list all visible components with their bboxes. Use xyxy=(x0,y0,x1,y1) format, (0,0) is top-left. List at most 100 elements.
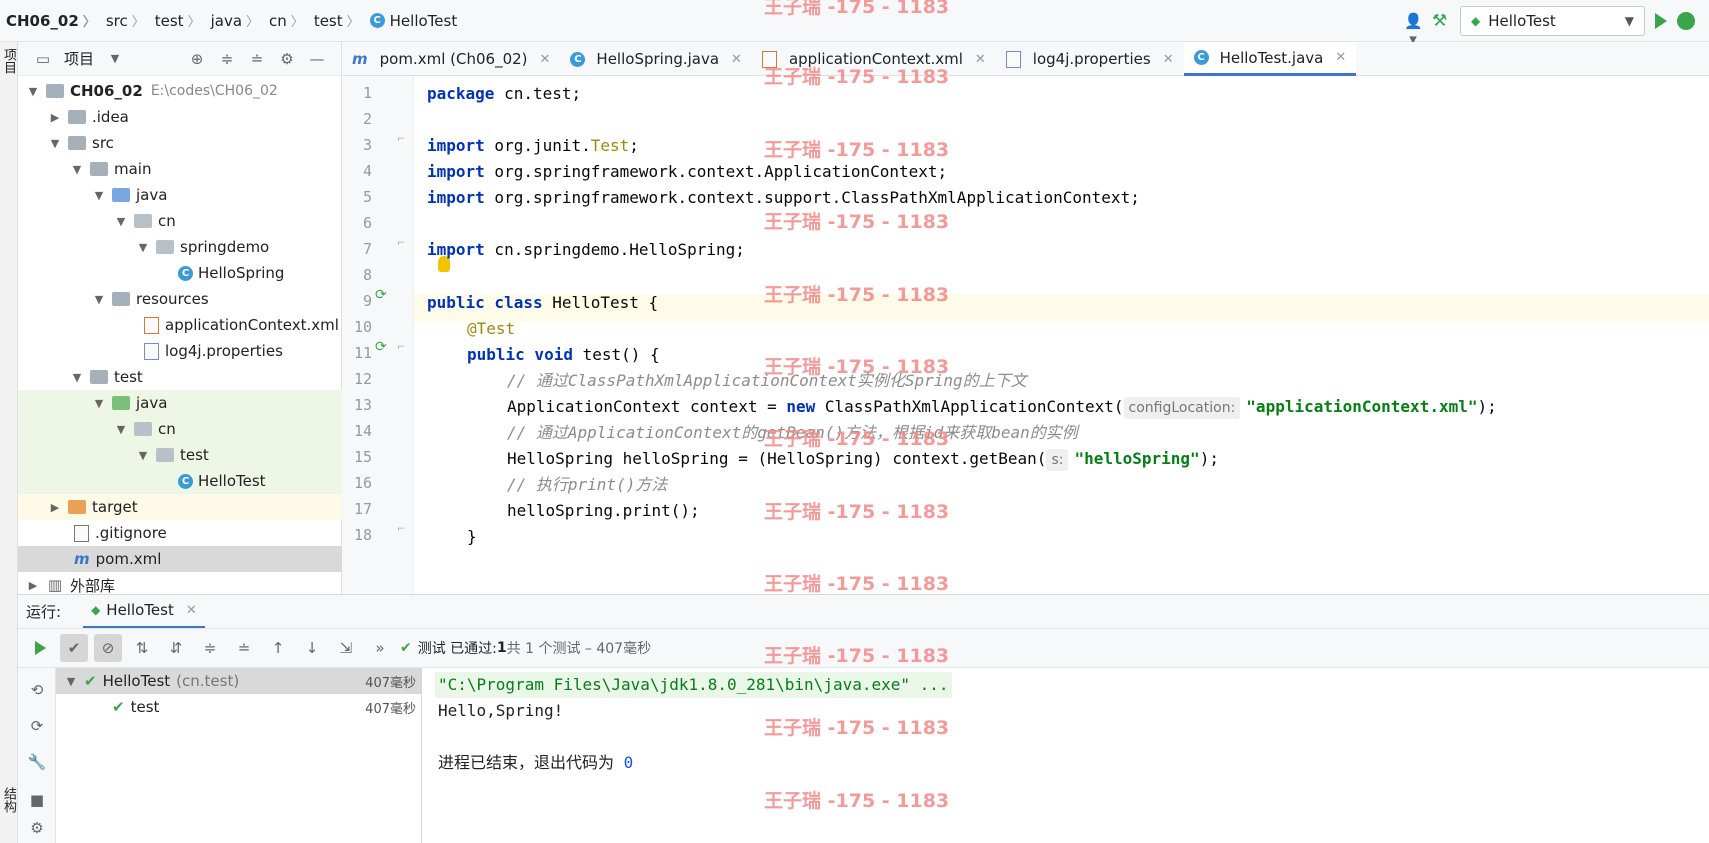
tree-item-applicationcontext[interactable]: applicationContext.xml xyxy=(18,312,342,338)
structure-tool-tab[interactable]: 结构 xyxy=(0,787,18,813)
run-icon[interactable] xyxy=(1655,13,1667,29)
sort-alpha-icon[interactable]: ⇅ xyxy=(128,634,156,662)
tree-item-main[interactable]: ▼ main xyxy=(18,156,342,182)
fold-icon[interactable]: ⌐ xyxy=(397,342,405,353)
settings-icon[interactable]: ⚙ xyxy=(23,814,51,842)
console-command-line: "C:\Program Files\Java\jdk1.8.0_281\bin\… xyxy=(435,672,952,698)
chevron-down-icon[interactable]: ▼ xyxy=(114,423,128,436)
run-configuration-select[interactable]: ◆ HelloTest ▼ xyxy=(1460,6,1645,36)
breadcrumb-src[interactable]: src 〉 xyxy=(100,0,149,42)
breadcrumb-cn[interactable]: cn 〉 xyxy=(263,0,308,42)
tree-item-test-pkg[interactable]: ▼ test xyxy=(18,442,342,468)
run-gutter-icon[interactable]: ⟳ xyxy=(375,339,387,355)
more-icon[interactable]: » xyxy=(366,634,394,662)
chevron-down-icon[interactable]: ▼ xyxy=(70,371,84,384)
tab-log4j[interactable]: log4j.properties ✕ xyxy=(996,42,1184,76)
chevron-down-icon[interactable]: ▼ xyxy=(70,163,84,176)
breadcrumb-test[interactable]: test 〉 xyxy=(149,0,205,42)
gear-icon[interactable]: ⚙ xyxy=(278,50,296,68)
close-icon[interactable]: ✕ xyxy=(540,52,551,67)
locate-icon[interactable]: ⊕ xyxy=(188,50,206,68)
test-case-row[interactable]: ✔ test 407毫秒 xyxy=(56,694,422,720)
close-icon[interactable]: ✕ xyxy=(731,52,742,67)
sort-duration-icon[interactable]: ⇵ xyxy=(162,634,190,662)
rerun-icon[interactable] xyxy=(26,634,54,662)
expand-all-icon[interactable]: ≑ xyxy=(218,50,236,68)
tree-item-pom[interactable]: m pom.xml xyxy=(18,546,342,572)
tree-item-hellotest[interactable]: C HelloTest xyxy=(18,468,342,494)
chevron-down-icon[interactable]: ▼ xyxy=(48,137,62,150)
left-tool-strip: 项目 结构 xyxy=(0,42,18,843)
chevron-right-icon[interactable]: ▶ xyxy=(48,111,62,124)
watermark: 王子瑞 -175 - 1183 xyxy=(764,66,950,88)
class-icon: C xyxy=(178,473,193,489)
show-ignored-icon[interactable]: ⊘ xyxy=(94,634,122,662)
code-editor[interactable]: 1 2 3 4 5 6 7 8 9 10 11 12 13 14 15 16 1… xyxy=(342,76,1709,594)
test-status: ✔ 测试 已通过: 1共 1 个测试 – 407毫秒 xyxy=(400,640,652,657)
chevron-down-icon[interactable]: ▼ xyxy=(92,397,106,410)
breadcrumb-project[interactable]: CH06_02 〉 xyxy=(0,0,100,42)
chevron-down-icon[interactable]: ▼ xyxy=(64,675,78,688)
tree-item-root[interactable]: ▼ CH06_02 E:\codes\CH06_02 xyxy=(18,78,342,104)
minimize-icon[interactable]: — xyxy=(308,50,326,68)
chevron-right-icon[interactable]: ▶ xyxy=(48,501,62,514)
show-passed-icon[interactable]: ✔ xyxy=(60,634,88,662)
chevron-down-icon[interactable]: ▼ xyxy=(92,293,106,306)
stop-icon[interactable]: ■ xyxy=(23,786,51,814)
tab-pom[interactable]: m pom.xml (Ch06_02) ✕ xyxy=(342,42,560,76)
chevron-down-icon[interactable]: ▼ xyxy=(26,85,40,98)
next-failed-icon[interactable]: ↓ xyxy=(298,634,326,662)
chevron-down-icon[interactable]: ▼ xyxy=(114,215,128,228)
line-number: 3 xyxy=(362,136,372,154)
previous-failed-icon[interactable]: ↑ xyxy=(264,634,292,662)
user-icon[interactable]: 👤▾ xyxy=(1404,12,1423,48)
tree-item-log4j[interactable]: log4j.properties xyxy=(18,338,342,364)
run-gutter-icon[interactable]: ⟳ xyxy=(375,287,387,303)
tree-item-test[interactable]: ▼ test xyxy=(18,364,342,390)
tab-hellotest[interactable]: C HelloTest.java ✕ xyxy=(1183,42,1357,76)
tree-item-idea[interactable]: ▶ .idea xyxy=(18,104,342,130)
history-icon[interactable]: ⟲ xyxy=(23,676,51,704)
close-icon[interactable]: ✕ xyxy=(186,603,197,618)
chevron-down-icon[interactable]: ▼ xyxy=(136,241,150,254)
breadcrumb-java[interactable]: java 〉 xyxy=(205,0,263,42)
fold-icon[interactable]: ⌐ xyxy=(397,524,405,535)
tree-item-gitignore[interactable]: .gitignore xyxy=(18,520,342,546)
tree-item-resources[interactable]: ▼ resources xyxy=(18,286,342,312)
run-tab[interactable]: ◆ HelloTest ✕ xyxy=(83,595,205,629)
tree-item-springdemo[interactable]: ▼ springdemo xyxy=(18,234,342,260)
project-tool-tab[interactable]: 项目 xyxy=(0,48,18,74)
tree-item-hellospring[interactable]: C HelloSpring xyxy=(18,260,342,286)
test-suite-row[interactable]: ▼ ✔ HelloTest (cn.test) 407毫秒 xyxy=(56,668,422,694)
code-line-10: @Test xyxy=(467,319,516,338)
chevron-down-icon[interactable]: ▼ xyxy=(106,50,124,68)
project-panel-title[interactable]: 项目 xyxy=(64,48,94,69)
breadcrumb-class[interactable]: C HelloTest xyxy=(364,0,462,42)
debug-icon[interactable] xyxy=(1677,12,1695,30)
breadcrumb-test-pkg[interactable]: test 〉 xyxy=(308,0,364,42)
tree-item-test-cn[interactable]: ▼ cn xyxy=(18,416,342,442)
tree-item-src[interactable]: ▼ src xyxy=(18,130,342,156)
tree-item-main-java[interactable]: ▼ java xyxy=(18,182,342,208)
wrench-icon[interactable]: 🔧 xyxy=(23,748,51,776)
chevron-right-icon[interactable]: ▶ xyxy=(26,579,40,592)
expand-all-icon[interactable]: ≑ xyxy=(196,634,224,662)
build-hammer-icon[interactable]: ⚒ xyxy=(1432,12,1450,30)
chevron-down-icon[interactable]: ▼ xyxy=(92,189,106,202)
tree-item-main-cn[interactable]: ▼ cn xyxy=(18,208,342,234)
close-icon[interactable]: ✕ xyxy=(975,52,986,67)
close-icon[interactable]: ✕ xyxy=(1163,52,1174,67)
fold-icon[interactable]: ⌐ xyxy=(397,134,405,145)
chevron-down-icon[interactable]: ▼ xyxy=(136,449,150,462)
tree-item-target[interactable]: ▶ target xyxy=(18,494,342,520)
collapse-all-icon[interactable]: ≐ xyxy=(248,50,266,68)
collapse-all-icon[interactable]: ≐ xyxy=(230,634,258,662)
import-tests-icon[interactable]: ⇲ xyxy=(332,634,360,662)
close-icon[interactable]: ✕ xyxy=(1335,50,1346,65)
tree-item-test-java[interactable]: ▼ java xyxy=(18,390,342,416)
tab-hellospring[interactable]: C HelloSpring.java ✕ xyxy=(560,42,752,76)
rerun-failed-icon[interactable]: ⟳ xyxy=(23,712,51,740)
run-console[interactable]: "C:\Program Files\Java\jdk1.8.0_281\bin\… xyxy=(422,668,1709,843)
line-number: 13 xyxy=(353,396,372,414)
fold-icon[interactable]: ⌐ xyxy=(397,238,405,249)
